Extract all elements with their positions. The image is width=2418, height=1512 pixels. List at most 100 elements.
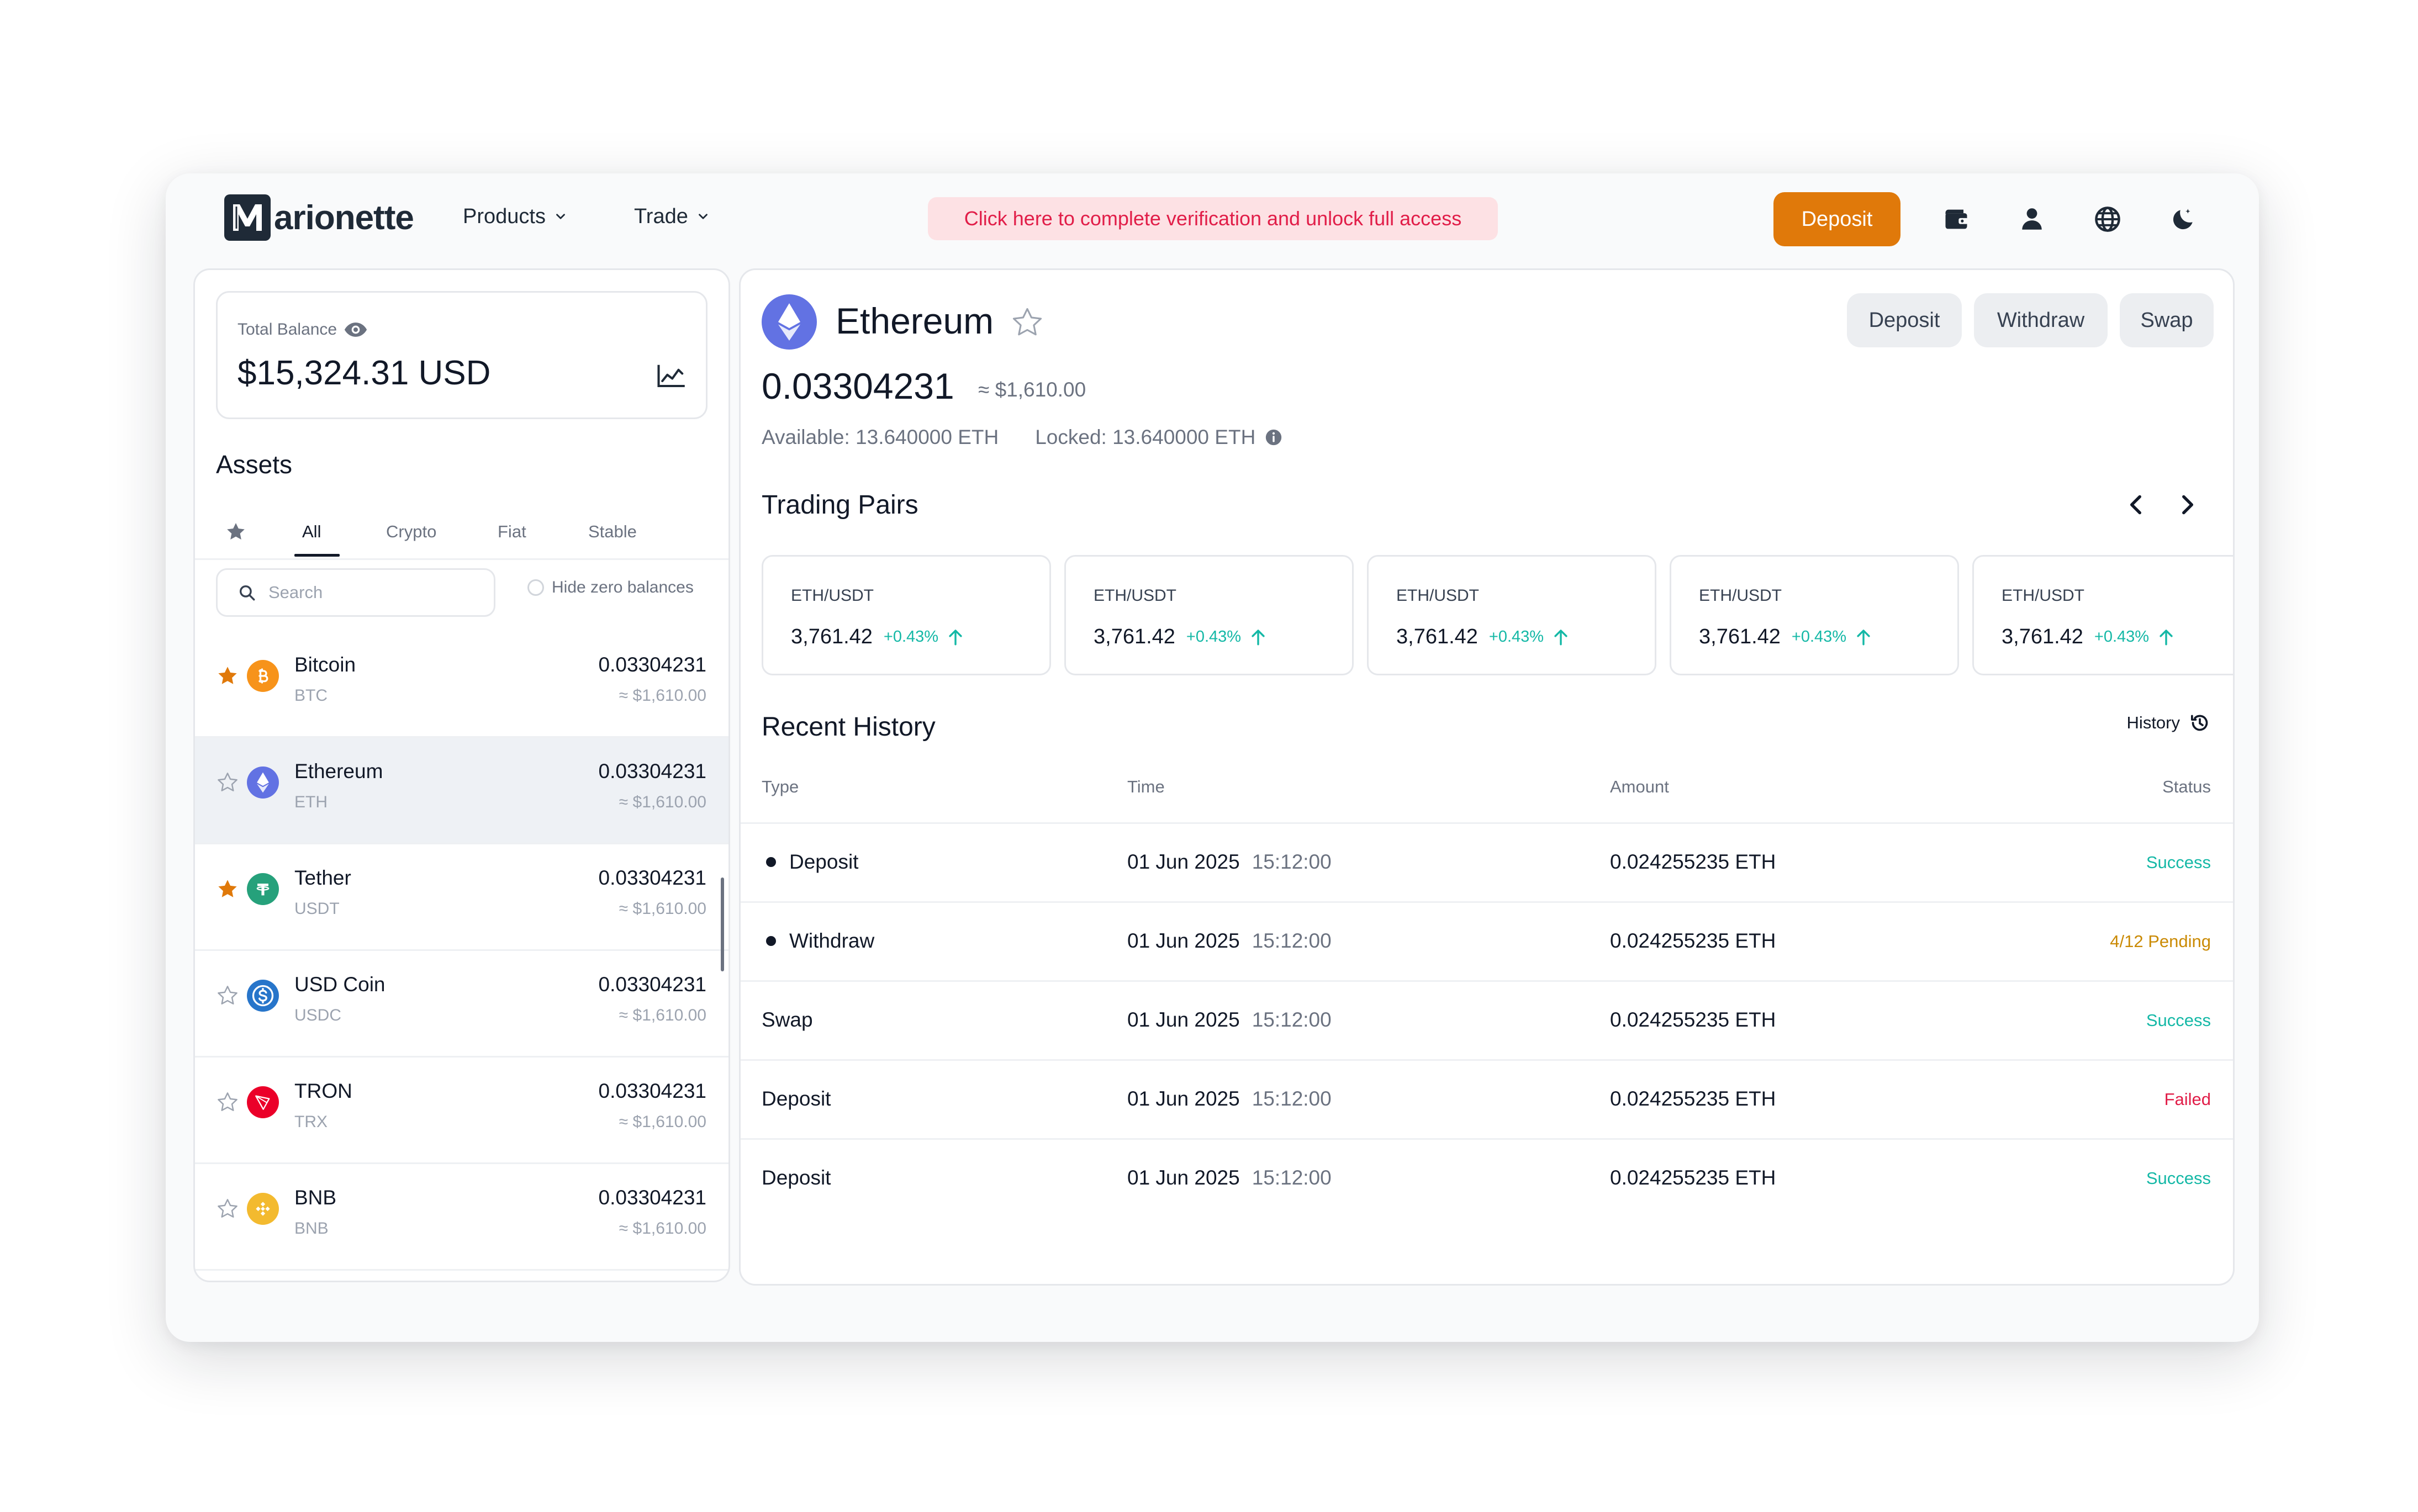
nav-products[interactable]: Products (463, 200, 568, 233)
profile-button[interactable] (2013, 200, 2051, 239)
asset-symbol: BNB (294, 1219, 329, 1238)
tab-crypto[interactable]: Crypto (386, 522, 436, 542)
chevron-left-icon[interactable] (2123, 491, 2150, 519)
locked-balance: Locked: 13.640000 ETH (1035, 426, 1256, 448)
pair-change: +0.43% (1488, 628, 1544, 646)
info-icon[interactable] (1264, 428, 1283, 447)
history-amount: 0.024255235 ETH (1610, 1166, 1776, 1189)
table-row[interactable]: Swap 01 Jun 2025 15:12:00 0.024255235 ETH… (741, 980, 2233, 1059)
asset-symbol: USDC (294, 1006, 342, 1024)
history-table: Deposit 01 Jun 2025 15:12:00 0.024255235 … (741, 822, 2233, 1217)
star-outline-icon[interactable] (216, 984, 239, 1007)
pair-price-row: 3,761.42 +0.43% (2002, 625, 2174, 649)
asset-search[interactable] (216, 568, 495, 617)
search-input[interactable] (267, 582, 468, 603)
trading-pair-card[interactable]: ETH/USDT 3,761.42 +0.43% (1972, 555, 2233, 675)
coin-detail-panel: Ethereum Deposit Withdraw Swap 0.0330423… (739, 268, 2235, 1286)
nav-trade[interactable]: Trade (634, 200, 710, 233)
hide-zero-balances-toggle[interactable]: Hide zero balances (527, 578, 694, 597)
logo-mark-icon (224, 194, 271, 241)
asset-row-usd-coin[interactable]: USD Coin USDC 0.03304231 ≈ $1,610.00 (195, 951, 728, 1058)
arrow-up-icon (2160, 629, 2173, 645)
star-outline-icon[interactable] (216, 1091, 239, 1114)
asset-row-bitcoin[interactable]: Bitcoin BTC 0.03304231 ≈ $1,610.00 (195, 631, 728, 738)
chart-icon[interactable] (656, 363, 686, 389)
star-outline-icon[interactable] (1010, 305, 1044, 340)
star-filled-icon[interactable] (216, 664, 239, 688)
history-clock: 15:12:00 (1252, 1008, 1332, 1031)
user-icon (2022, 208, 2042, 230)
unread-dot (766, 857, 776, 867)
tab-fiat[interactable]: Fiat (498, 522, 526, 542)
star-outline-icon[interactable] (216, 1197, 239, 1220)
tron-icon (247, 1086, 279, 1118)
status-badge: Failed (2164, 1090, 2211, 1109)
history-link[interactable]: History (2127, 712, 2211, 734)
pair-change: +0.43% (883, 628, 939, 646)
asset-row-tron[interactable]: TRON TRX 0.03304231 ≈ $1,610.00 (195, 1058, 728, 1164)
history-amount: 0.024255235 ETH (1610, 850, 1776, 873)
trading-pair-card[interactable]: ETH/USDT 3,761.42 +0.43% (762, 555, 1051, 675)
history-type-label: Swap (762, 1008, 813, 1031)
asset-name: Ethereum (294, 760, 383, 783)
history-time: 01 Jun 2025 15:12:00 (1127, 929, 1332, 953)
wallet-button[interactable] (1937, 200, 1976, 239)
pair-change: +0.43% (1186, 628, 1242, 646)
logo[interactable]: arionette (224, 194, 414, 241)
search-icon (239, 585, 255, 601)
history-type-label: Deposit (762, 1087, 831, 1110)
history-type-label: Deposit (789, 850, 859, 873)
asset-amount: 0.03304231 (598, 653, 706, 676)
globe-icon (2095, 207, 2120, 232)
asset-row-bnb[interactable]: BNB BNB 0.03304231 ≈ $1,610.00 (195, 1164, 728, 1271)
star-filled-icon[interactable] (216, 877, 239, 901)
asset-row-ethereum[interactable]: Ethereum ETH 0.03304231 ≈ $1,610.00 (195, 738, 728, 844)
bnb-icon (247, 1193, 279, 1225)
tether-icon (247, 873, 279, 905)
deposit-button[interactable]: Deposit (1847, 293, 1962, 347)
trading-pair-card[interactable]: ETH/USDT 3,761.42 +0.43% (1670, 555, 1959, 675)
total-balance-card: Total Balance $15,324.31 USD (216, 291, 708, 419)
pair-name: ETH/USDT (1396, 586, 1479, 605)
hide-zero-radio[interactable] (527, 579, 544, 596)
swap-button[interactable]: Swap (2120, 293, 2214, 347)
trading-pair-card[interactable]: ETH/USDT 3,761.42 +0.43% (1064, 555, 1354, 675)
recent-history-title: Recent History (762, 712, 936, 742)
eye-icon[interactable] (344, 320, 368, 339)
table-row[interactable]: Withdraw 01 Jun 2025 15:12:00 0.024255235… (741, 901, 2233, 980)
status-badge: Success (2146, 1169, 2211, 1188)
star-outline-icon[interactable] (216, 771, 239, 794)
history-link-label: History (2126, 713, 2180, 732)
arrow-up-icon (1857, 629, 1870, 645)
asset-amount: 0.03304231 (598, 760, 706, 783)
header-deposit-button[interactable]: Deposit (1773, 192, 1900, 246)
asset-symbol: BTC (294, 686, 328, 705)
table-row[interactable]: Deposit 01 Jun 2025 15:12:00 0.024255235 … (741, 1138, 2233, 1217)
withdraw-button[interactable]: Withdraw (1974, 293, 2108, 347)
chevron-right-icon[interactable] (2173, 491, 2201, 519)
favorites-star-icon[interactable] (225, 521, 247, 543)
history-clock: 15:12:00 (1252, 1166, 1332, 1189)
asset-amount: 0.03304231 (598, 1080, 706, 1102)
theme-toggle-button[interactable] (2164, 200, 2203, 239)
history-date: 01 Jun 2025 (1127, 850, 1240, 873)
tab-all[interactable]: All (302, 522, 321, 542)
table-row[interactable]: Deposit 01 Jun 2025 15:12:00 0.024255235 … (741, 1059, 2233, 1138)
language-button[interactable] (2088, 200, 2127, 239)
available-balance: Available: 13.640000 ETH (762, 426, 999, 448)
total-balance-value: $15,324.31 USD (237, 354, 491, 392)
verification-banner[interactable]: Click here to complete verification and … (928, 197, 1498, 240)
table-row[interactable]: Deposit 01 Jun 2025 15:12:00 0.024255235 … (741, 822, 2233, 901)
trading-pair-card[interactable]: ETH/USDT 3,761.42 +0.43% (1367, 555, 1656, 675)
pair-name: ETH/USDT (2002, 586, 2084, 605)
asset-row-tether[interactable]: Tether USDT 0.03304231 ≈ $1,610.00 (195, 844, 728, 951)
assets-panel: Total Balance $15,324.31 USD Assets All … (193, 268, 730, 1282)
arrow-up-icon (1252, 629, 1265, 645)
balance-breakdown: Available: 13.640000 ETH Locked: 13.6400… (762, 426, 1283, 449)
tab-stable[interactable]: Stable (588, 522, 637, 542)
column-header-type: Type (762, 777, 799, 796)
asset-list-scrollbar[interactable] (721, 877, 724, 971)
arrow-up-icon (1554, 629, 1567, 645)
asset-tabs: All Crypto Fiat Stable (195, 501, 728, 560)
column-header-time: Time (1127, 777, 1165, 796)
